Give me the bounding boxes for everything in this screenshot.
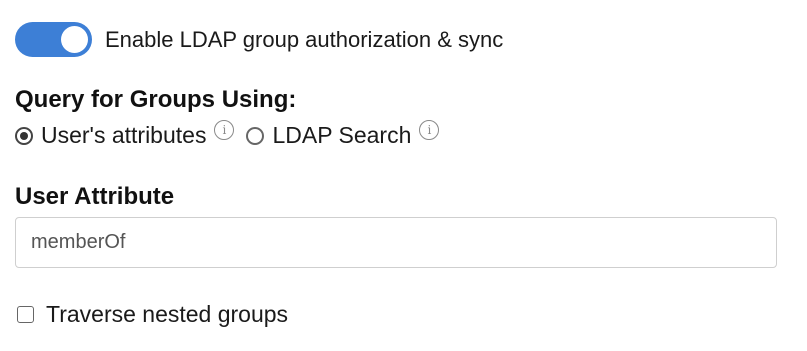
ldap-sync-toggle-label: Enable LDAP group authorization & sync — [105, 26, 504, 52]
user-attribute-input[interactable] — [15, 217, 777, 268]
query-method-radio-group: User's attributes i LDAP Search i — [15, 119, 440, 149]
traverse-nested-groups-checkbox[interactable] — [17, 306, 34, 323]
ldap-sync-toggle-row: Enable LDAP group authorization & sync — [15, 22, 503, 57]
users-attributes-label[interactable]: User's attributes — [41, 122, 206, 149]
ldap-sync-toggle[interactable] — [15, 22, 92, 57]
ldap-search-radio[interactable] — [246, 126, 265, 145]
users-attributes-radio[interactable] — [15, 126, 33, 145]
ldap-group-settings: Enable LDAP group authorization & sync Q… — [0, 0, 807, 351]
ldap-search-label[interactable]: LDAP Search — [272, 122, 411, 149]
traverse-nested-groups-label[interactable]: Traverse nested groups — [46, 301, 288, 328]
info-icon[interactable]: i — [214, 119, 235, 140]
user-attribute-heading: User Attribute — [15, 183, 175, 210]
traverse-nested-groups-row: Traverse nested groups — [17, 301, 288, 328]
query-groups-heading: Query for Groups Using: — [15, 86, 297, 113]
info-icon[interactable]: i — [419, 119, 440, 140]
toggle-knob — [61, 26, 88, 53]
